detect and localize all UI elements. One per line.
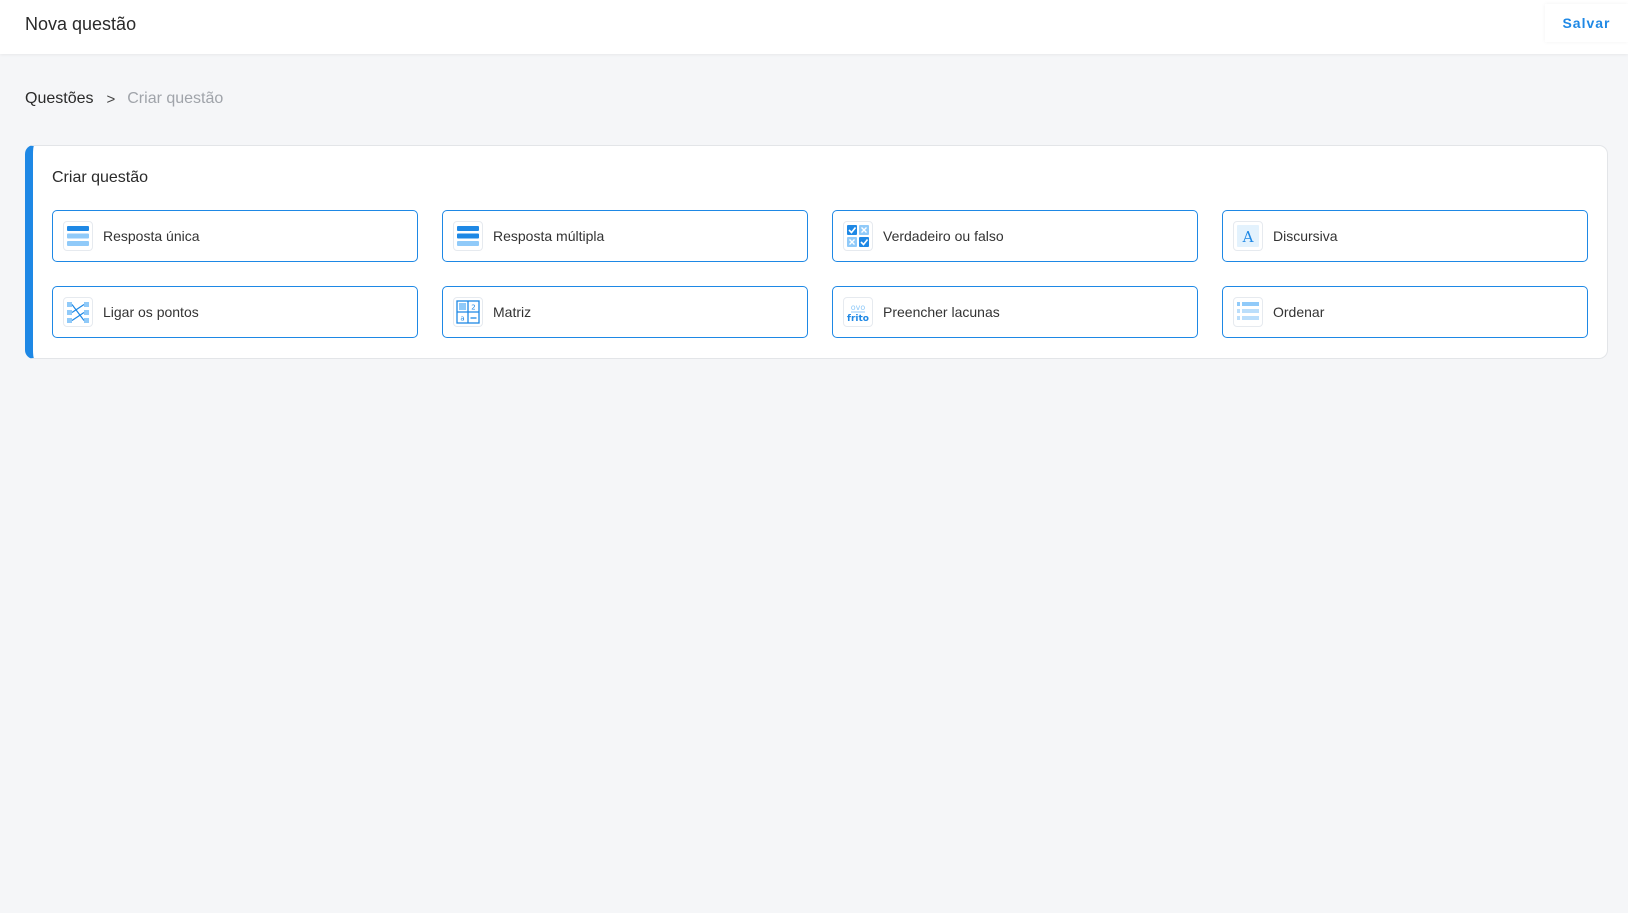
matrix-icon-letter: a — [460, 315, 464, 323]
option-label: Ordenar — [1273, 304, 1325, 320]
option-label: Matriz — [493, 304, 532, 320]
connect-dots-icon — [63, 297, 93, 327]
essay-icon-letter: A — [1242, 228, 1254, 246]
option-label: Discursiva — [1273, 228, 1338, 244]
ordering-icon — [1233, 297, 1263, 327]
option-ordering[interactable]: Ordenar — [1222, 286, 1588, 338]
card-title: Criar questão — [52, 169, 149, 186]
option-true-false[interactable]: Verdadeiro ou falso — [832, 210, 1198, 262]
top-bar: Nova questão Salvar — [0, 0, 1628, 54]
option-fill-blanks[interactable]: ovo frito Preencher lacunas — [832, 286, 1198, 338]
essay-icon: A — [1233, 221, 1263, 251]
option-single-answer[interactable]: Resposta única — [52, 210, 418, 262]
option-essay[interactable]: A Discursiva — [1222, 210, 1588, 262]
option-multiple-answer[interactable]: Resposta múltipla — [442, 210, 808, 262]
option-matrix[interactable]: 2 a Matriz — [442, 286, 808, 338]
fill-blanks-icon-bottom-word: frito — [847, 314, 869, 324]
breadcrumb-separator: > — [106, 90, 116, 108]
option-label: Resposta única — [103, 228, 200, 244]
option-label: Verdadeiro ou falso — [883, 228, 1004, 244]
option-label: Ligar os pontos — [103, 304, 199, 320]
option-label: Preencher lacunas — [883, 304, 1000, 320]
save-button[interactable]: Salvar — [1545, 4, 1628, 42]
option-connect-dots[interactable]: Ligar os pontos — [52, 286, 418, 338]
breadcrumb-current: Criar questão — [127, 90, 224, 107]
create-question-card: Criar questão Resposta única Resposta mú… — [25, 145, 1608, 359]
breadcrumb-questions-link[interactable]: Questões — [25, 90, 93, 108]
fill-blanks-icon-top-word: ovo — [851, 303, 866, 312]
matrix-icon: 2 a — [453, 297, 483, 327]
true-false-icon — [843, 221, 873, 251]
breadcrumb: Questões > Criar questão — [25, 90, 223, 108]
option-label: Resposta múltipla — [493, 228, 605, 244]
question-type-grid: Resposta única Resposta múltipla Verdade… — [52, 210, 1588, 338]
fill-blanks-icon: ovo frito — [843, 297, 873, 327]
matrix-icon-number: 2 — [471, 304, 475, 312]
page-title: Nova questão — [25, 14, 137, 34]
multiple-answer-icon — [453, 221, 483, 251]
single-answer-icon — [63, 221, 93, 251]
